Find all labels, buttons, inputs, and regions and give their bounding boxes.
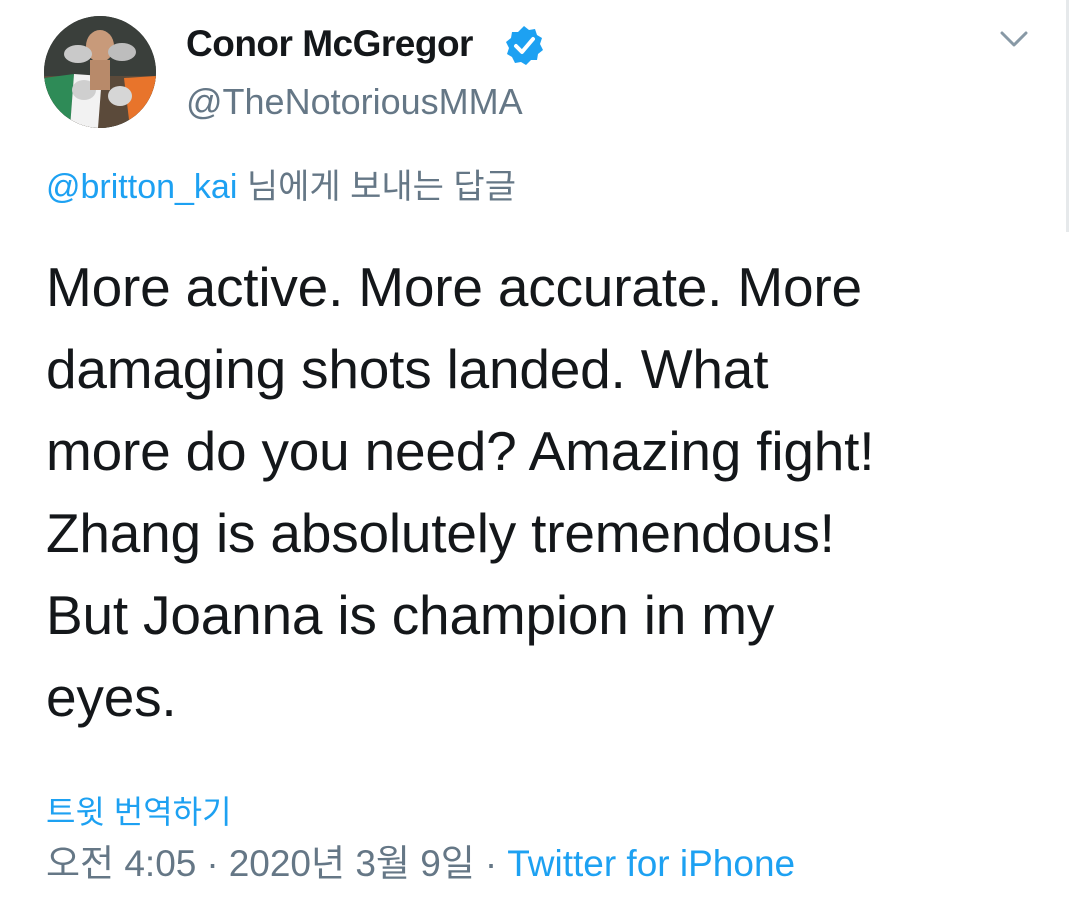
meta-separator: ·	[484, 843, 498, 884]
tweet-body: More active. More accurate. More damagin…	[46, 246, 1036, 738]
tweet-line: more do you need? Amazing fight!	[46, 420, 875, 482]
tweet-date[interactable]: 2020년 3월 9일	[229, 843, 475, 884]
tweet-line: eyes.	[46, 666, 177, 728]
scrollbar[interactable]	[1066, 0, 1069, 232]
tweet-line: Zhang is absolutely tremendous!	[46, 502, 835, 564]
author-display-name[interactable]: Conor McGregor	[186, 22, 473, 66]
verified-badge-icon	[502, 24, 546, 68]
chevron-down-icon[interactable]	[996, 24, 1032, 54]
meta-separator: ·	[206, 843, 219, 884]
reply-context: @britton_kai 님에게 보내는 답글	[46, 165, 516, 209]
tweet-source-link[interactable]: Twitter for iPhone	[507, 843, 795, 884]
translate-tweet-link[interactable]: 트윗 번역하기	[46, 790, 232, 834]
tweet-line: damaging shots landed. What	[46, 338, 769, 400]
tweet-time[interactable]: 오전 4:05	[46, 843, 196, 884]
tweet-line: More active. More accurate. More	[46, 256, 862, 318]
tweet-metadata: 오전 4:05 · 2020년 3월 9일 · Twitter for iPhone	[46, 840, 795, 888]
author-avatar[interactable]	[44, 16, 156, 128]
reply-suffix-text: 님에게 보내는 답글	[237, 168, 516, 206]
author-handle[interactable]: @TheNotoriousMMA	[186, 80, 523, 124]
reply-mention-link[interactable]: @britton_kai	[46, 168, 237, 206]
tweet-line: But Joanna is champion in my	[46, 584, 775, 646]
avatar-image	[44, 16, 156, 128]
